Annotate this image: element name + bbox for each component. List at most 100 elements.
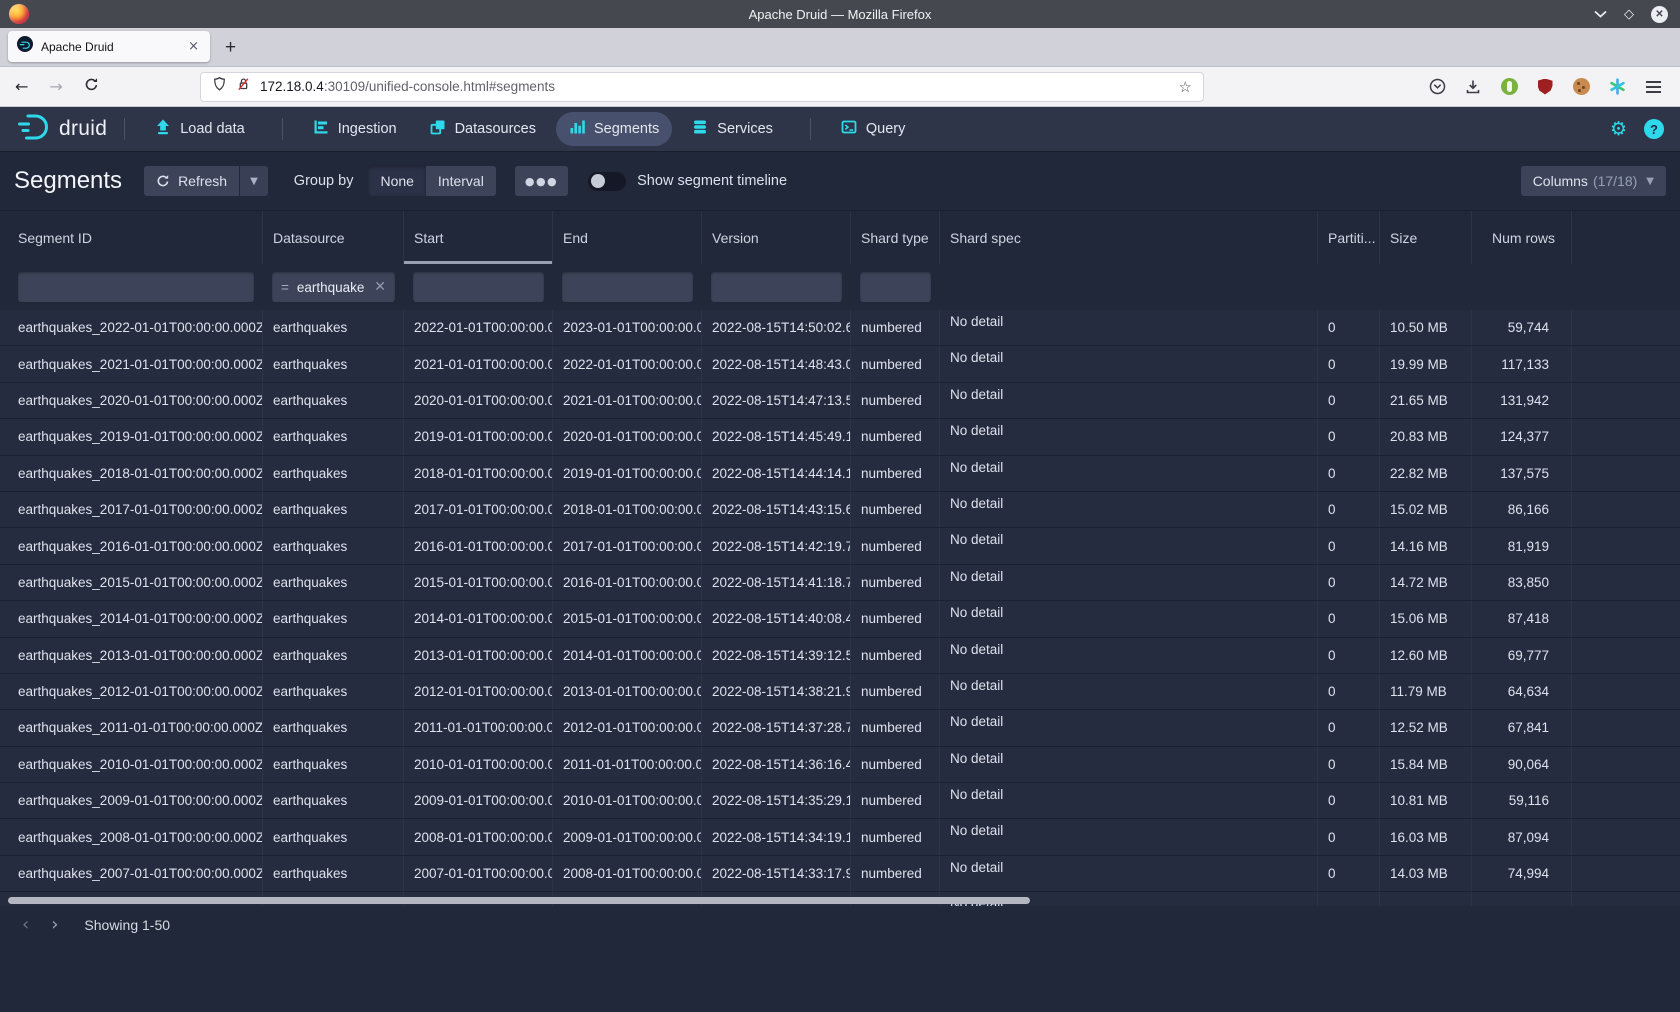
table-row[interactable]: earthquakes_2020-01-01T00:00:00.000Z_2..…: [0, 383, 1680, 419]
back-button[interactable]: ←: [15, 77, 28, 96]
window-minimize-icon[interactable]: [1594, 10, 1607, 18]
table-row[interactable]: earthquakes_2021-01-01T00:00:00.000Z_2..…: [0, 346, 1680, 382]
table-row[interactable]: earthquakes_2017-01-01T00:00:00.000Z_2..…: [0, 492, 1680, 528]
cell-num-rows: 137,575: [1472, 456, 1572, 491]
browser-tab[interactable]: Apache Druid ×: [8, 31, 210, 62]
cell-segment-id[interactable]: earthquakes_2019-01-01T00:00:00.000Z_2..…: [0, 419, 263, 454]
filter-remove-icon[interactable]: ✕: [374, 279, 386, 295]
window-maximize-icon[interactable]: ◇: [1624, 8, 1634, 21]
nav-item-query[interactable]: Query: [828, 112, 919, 146]
table-row[interactable]: earthquakes_2016-01-01T00:00:00.000Z_2..…: [0, 528, 1680, 564]
cell-shard-type: numbered: [851, 710, 940, 745]
url-bar[interactable]: 172.18.0.4:30109/unified-console.html#se…: [200, 72, 1204, 102]
more-options-button[interactable]: ●●●: [515, 166, 568, 196]
cell-shard-type: numbered: [851, 492, 940, 527]
cell-shard-type: numbered: [851, 601, 940, 636]
column-header-segment-id[interactable]: Segment ID: [0, 211, 263, 264]
table-row[interactable]: earthquakes_2008-01-01T00:00:00.000Z_2..…: [0, 819, 1680, 855]
insecure-lock-icon[interactable]: [236, 76, 251, 97]
cell-size: 15.06 MB: [1380, 601, 1472, 636]
cell-shard-spec: No detail: [940, 528, 1318, 563]
group-by-interval-button[interactable]: Interval: [426, 166, 496, 196]
ublock-icon[interactable]: [1536, 78, 1554, 96]
end-filter-input[interactable]: [562, 272, 693, 302]
cell-segment-id[interactable]: earthquakes_2022-01-01T00:00:00.000Z_2..…: [0, 310, 263, 345]
cell-segment-id[interactable]: earthquakes_2010-01-01T00:00:00.000Z_2..…: [0, 747, 263, 782]
cell-segment-id[interactable]: earthquakes_2011-01-01T00:00:00.000Z_2..…: [0, 710, 263, 745]
column-header-partition[interactable]: Partiti...: [1318, 211, 1380, 264]
previous-page-button[interactable]: ‹: [16, 914, 35, 936]
nav-item-segments[interactable]: Segments: [556, 112, 672, 146]
asterisk-extension-icon[interactable]: [1608, 78, 1626, 96]
table-row[interactable]: earthquakes_2010-01-01T00:00:00.000Z_2..…: [0, 747, 1680, 783]
reload-button[interactable]: [84, 77, 99, 97]
settings-gear-icon[interactable]: ⚙: [1610, 120, 1627, 139]
bookmark-star-icon[interactable]: ☆: [1179, 78, 1192, 96]
nav-item-load-data[interactable]: Load data: [142, 112, 258, 146]
columns-button[interactable]: Columns (17/18) ▼: [1521, 166, 1666, 196]
group-by-none-button[interactable]: None: [368, 166, 425, 196]
segment-id-filter-input[interactable]: [18, 272, 254, 302]
druid-brand[interactable]: druid: [16, 112, 107, 147]
table-row[interactable]: earthquakes_2012-01-01T00:00:00.000Z_2..…: [0, 674, 1680, 710]
next-page-button[interactable]: ›: [45, 914, 64, 936]
cell-segment-id[interactable]: earthquakes_2017-01-01T00:00:00.000Z_2..…: [0, 492, 263, 527]
cell-size: [1380, 892, 1472, 906]
column-header-size[interactable]: Size: [1380, 211, 1472, 264]
column-header-end[interactable]: End: [553, 211, 702, 264]
table-row[interactable]: earthquakes_2009-01-01T00:00:00.000Z_2..…: [0, 783, 1680, 819]
pocket-icon[interactable]: [1428, 78, 1446, 96]
table-row[interactable]: earthquakes_2013-01-01T00:00:00.000Z_2..…: [0, 638, 1680, 674]
nav-item-datasources[interactable]: Datasources: [417, 112, 549, 146]
privacy-badger-icon[interactable]: [1500, 78, 1518, 96]
cell-shard-type: numbered: [851, 456, 940, 491]
version-filter-input[interactable]: [711, 272, 842, 302]
cell-segment-id[interactable]: earthquakes_2021-01-01T00:00:00.000Z_2..…: [0, 346, 263, 381]
segment-timeline-toggle[interactable]: [588, 172, 626, 191]
column-header-num-rows[interactable]: Num rows: [1472, 211, 1572, 264]
menu-icon[interactable]: [1644, 78, 1662, 96]
shield-icon[interactable]: [212, 76, 227, 97]
column-header-shard-spec[interactable]: Shard spec: [940, 211, 1318, 264]
cell-segment-id[interactable]: earthquakes_2020-01-01T00:00:00.000Z_2..…: [0, 383, 263, 418]
table-row[interactable]: earthquakes_2019-01-01T00:00:00.000Z_2..…: [0, 419, 1680, 455]
column-header-version[interactable]: Version: [702, 211, 851, 264]
cell-segment-id[interactable]: earthquakes_2015-01-01T00:00:00.000Z_2..…: [0, 565, 263, 600]
cell-segment-id[interactable]: earthquakes_2013-01-01T00:00:00.000Z_2..…: [0, 638, 263, 673]
table-row[interactable]: earthquakes_2015-01-01T00:00:00.000Z_2..…: [0, 565, 1680, 601]
table-row[interactable]: earthquakes_2014-01-01T00:00:00.000Z_2..…: [0, 601, 1680, 637]
table-row[interactable]: earthquakes_2022-01-01T00:00:00.000Z_2..…: [0, 310, 1680, 346]
cell-partition: 0: [1318, 674, 1380, 709]
table-row[interactable]: earthquakes_2011-01-01T00:00:00.000Z_2..…: [0, 710, 1680, 746]
cell-segment-id[interactable]: earthquakes_2009-01-01T00:00:00.000Z_2..…: [0, 783, 263, 818]
cell-segment-id[interactable]: earthquakes_2012-01-01T00:00:00.000Z_2..…: [0, 674, 263, 709]
start-filter-input[interactable]: [413, 272, 544, 302]
cell-segment-id[interactable]: earthquakes_2016-01-01T00:00:00.000Z_2..…: [0, 528, 263, 563]
nav-item-ingestion[interactable]: Ingestion: [300, 112, 410, 146]
cell-size: 15.84 MB: [1380, 747, 1472, 782]
nav-item-services[interactable]: Services: [679, 112, 786, 146]
refresh-dropdown-button[interactable]: ▼: [240, 166, 268, 196]
help-icon[interactable]: ?: [1644, 119, 1664, 139]
refresh-button[interactable]: Refresh: [144, 166, 239, 196]
cell-segment-id[interactable]: earthquakes_2008-01-01T00:00:00.000Z_2..…: [0, 819, 263, 854]
datasource-filter-input[interactable]: = earthquake ✕: [272, 272, 395, 302]
forward-button[interactable]: →: [49, 77, 62, 96]
cell-datasource: earthquakes: [263, 456, 404, 491]
column-header-start[interactable]: Start: [404, 211, 553, 264]
downloads-icon[interactable]: [1464, 78, 1482, 96]
tab-close-icon[interactable]: ×: [186, 39, 201, 54]
cell-segment-id[interactable]: earthquakes_2018-01-01T00:00:00.000Z_2..…: [0, 456, 263, 491]
horizontal-scrollbar-thumb[interactable]: [8, 897, 1030, 904]
table-row[interactable]: earthquakes_2018-01-01T00:00:00.000Z_2..…: [0, 456, 1680, 492]
column-header-shard-type[interactable]: Shard type: [851, 211, 940, 264]
cell-segment-id[interactable]: earthquakes_2007-01-01T00:00:00.000Z_2..…: [0, 856, 263, 891]
cookie-extension-icon[interactable]: [1572, 78, 1590, 96]
shard-type-filter-input[interactable]: [860, 272, 931, 302]
table-row[interactable]: earthquakes_2007-01-01T00:00:00.000Z_2..…: [0, 856, 1680, 892]
cell-partition: 0: [1318, 638, 1380, 673]
column-header-datasource[interactable]: Datasource: [263, 211, 404, 264]
cell-segment-id[interactable]: earthquakes_2014-01-01T00:00:00.000Z_2..…: [0, 601, 263, 636]
new-tab-button[interactable]: +: [225, 38, 236, 57]
window-close-icon[interactable]: ✕: [1651, 6, 1668, 23]
